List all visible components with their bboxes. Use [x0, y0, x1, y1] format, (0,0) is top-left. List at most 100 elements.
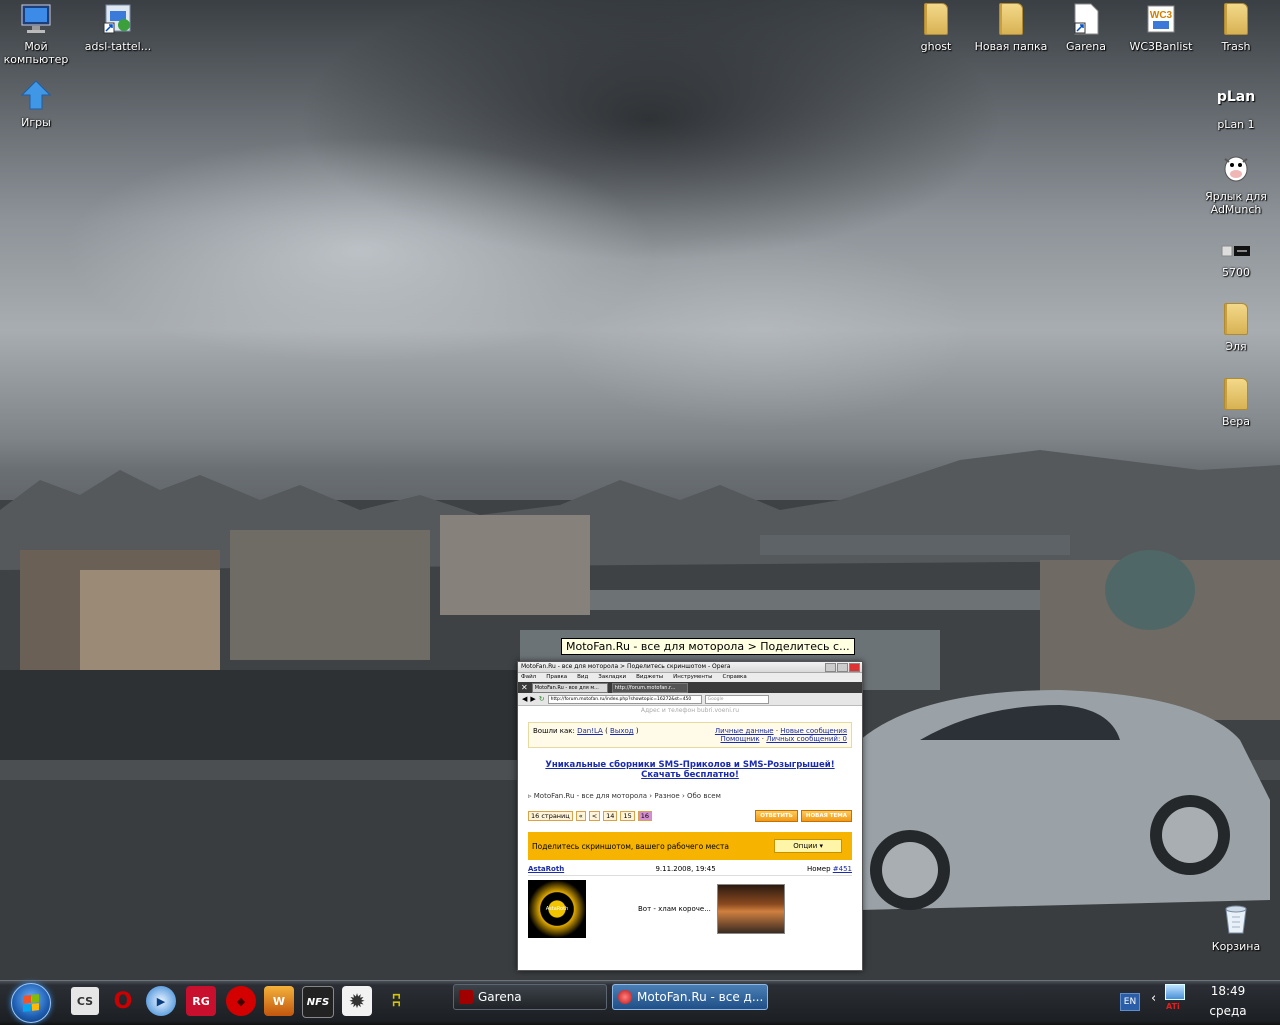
quicklaunch-gear-app[interactable]: ✹ [342, 986, 372, 1016]
clock-day[interactable]: среда [1200, 1004, 1256, 1018]
file-shortcut-icon [1069, 2, 1103, 36]
wc3-icon: WC3 [1144, 2, 1178, 36]
new-folder-desktop-icon[interactable]: Новая папка [969, 2, 1053, 53]
quicklaunch-counter-strike[interactable]: CS [70, 986, 100, 1016]
preview-top-hint: Адрес и телефон bubri.voeni.ru [640, 707, 740, 714]
quicklaunch-warcraft[interactable]: W [264, 986, 294, 1016]
garena-app-icon [459, 990, 473, 1004]
icon-label: adsl-tattel... [84, 40, 152, 53]
opera-icon: O [113, 988, 133, 1014]
ghost-desktop-icon[interactable]: ghost [894, 2, 978, 53]
breadcrumb-item: Обо всем [686, 792, 721, 800]
page-first: « [575, 811, 586, 821]
icon-label: Эля [1225, 340, 1247, 353]
login-user: Dan!LA [577, 727, 603, 735]
tray-expand-icon[interactable]: ‹ [1151, 991, 1156, 1006]
page-prev: < [588, 811, 601, 821]
ati-icon[interactable]: ATi [1166, 1002, 1180, 1011]
icon-label: Вера [1221, 415, 1251, 428]
vera-desktop-icon[interactable]: Вера [1194, 377, 1278, 428]
quicklaunch-media-player[interactable]: ▶ [146, 986, 176, 1016]
logout-link: Выход [610, 727, 634, 735]
network-icon[interactable] [1165, 984, 1185, 1000]
quicklaunch-red-app[interactable]: ◆ [226, 986, 256, 1016]
red-diamond-icon: ◆ [236, 994, 246, 1008]
helper-link: Помощник [720, 735, 760, 743]
menu-bookmarks: Закладки [598, 674, 627, 680]
quicklaunch-yellow-app[interactable]: ʭ [382, 986, 412, 1016]
pagination: 16 страниц « < 14 15 16 ОТВЕТИТЬ НОВАЯ Т… [528, 810, 852, 822]
recycle-bin-desktop-icon[interactable]: Корзина [1194, 902, 1278, 953]
topic-title: Поделитесь скриншотом, вашего рабочего м… [532, 841, 729, 851]
device-icon [1219, 240, 1253, 262]
recycle-bin-icon [1219, 902, 1253, 936]
adsl-desktop-icon[interactable]: adsl-tattel... [76, 2, 160, 53]
icon-label: pLan 1 [1217, 118, 1255, 131]
wc3banlist-desktop-icon[interactable]: WC3 WC3Banlist [1119, 2, 1203, 53]
post-header: AstaRoth 9.11.2008, 19:45 Номер #451 [528, 865, 852, 876]
admunch-desktop-icon[interactable]: Ярлык для AdMunch [1194, 152, 1278, 216]
page-15: 15 [620, 811, 635, 821]
icon-label: Garena [1065, 40, 1107, 53]
preview-address-bar: ◀ ▶ ↻ http://forum.motofan.ru/index.php?… [518, 693, 862, 706]
post-date: 9.11.2008, 19:45 [655, 865, 716, 873]
quicklaunch-nfs[interactable]: NFS [302, 986, 334, 1018]
menu-tools: Инструменты [673, 674, 713, 680]
new-messages-link: Новые сообщения [780, 727, 847, 735]
my-computer-desktop-icon[interactable]: Мой компьютер [0, 2, 78, 66]
games-desktop-icon[interactable]: Игры [0, 78, 78, 129]
svg-text:WC3: WC3 [1150, 10, 1173, 21]
pages-dropdown: 16 страниц [528, 811, 573, 821]
login-prefix: Вошли как: [533, 727, 575, 735]
settings-gear-icon: ✹ [348, 989, 366, 1013]
topic-title-bar: Поделитесь скриншотом, вашего рабочего м… [528, 832, 852, 860]
menu-help: Справка [722, 674, 747, 680]
minimize-icon [825, 663, 836, 672]
attached-image [716, 884, 785, 934]
options-button: Опции ▾ [774, 839, 842, 853]
shortcut-icon [101, 2, 135, 36]
opera-menu-icon: ✕ [521, 683, 528, 692]
task-garena[interactable]: Garena [453, 984, 607, 1010]
task-motofan[interactable]: MotoFan.Ru - все д... [612, 984, 768, 1010]
preview-tab: MotoFan.Ru - все для м... [531, 682, 608, 693]
quicklaunch-rg[interactable]: RG [186, 986, 216, 1016]
clock-time[interactable]: 18:49 [1200, 984, 1256, 998]
language-indicator[interactable]: EN [1120, 993, 1140, 1011]
taskbar-window-preview[interactable]: MotoFan.Ru - все для моторола > Поделите… [517, 661, 863, 971]
preview-tab-bar: ✕ MotoFan.Ru - все для м... http://forum… [518, 682, 862, 693]
cow-icon [1219, 152, 1253, 186]
maximize-icon [837, 663, 848, 672]
opera-app-icon [618, 990, 632, 1004]
elya-desktop-icon[interactable]: Эля [1194, 302, 1278, 353]
rg-icon: RG [192, 994, 210, 1008]
back-icon: ◀ [522, 695, 528, 703]
icon-label: Trash [1221, 40, 1251, 53]
5700-desktop-icon[interactable]: 5700 [1194, 240, 1278, 279]
menu-widgets: Виджеты [636, 674, 664, 680]
plan1-desktop-icon[interactable]: pLan pLan 1 [1194, 80, 1278, 131]
icon-label: WC3Banlist [1129, 40, 1193, 53]
preview-banner: Уникальные сборники SMS-Приколов и SMS-Р… [545, 760, 835, 780]
folder-icon [1219, 2, 1253, 36]
trash-folder-desktop-icon[interactable]: Trash [1194, 2, 1278, 53]
menu-edit: Правка [546, 674, 568, 680]
menu-view: Вид [577, 674, 589, 680]
folder-icon [1219, 302, 1253, 336]
preview-login-box: Вошли как: Dan!LA ( Выход ) Личные данны… [528, 722, 852, 748]
preview-title-bar: MotoFan.Ru - все для моторола > Поделите… [518, 662, 862, 673]
icon-label: ghost [920, 40, 952, 53]
reload-icon: ↻ [538, 695, 545, 703]
close-icon [849, 663, 860, 672]
task-label: Garena [478, 990, 522, 1004]
preview-window-buttons [825, 663, 860, 672]
menu-file: Файл [521, 674, 537, 680]
taskbar-preview-tooltip: MotoFan.Ru - все для моторола > Поделите… [561, 638, 855, 655]
post-number: #451 [832, 865, 852, 873]
desktop[interactable]: Мой компьютер adsl-tattel... Игры ghost … [0, 0, 1280, 980]
start-button[interactable] [11, 983, 51, 1023]
garena-desktop-icon[interactable]: Garena [1044, 2, 1128, 53]
breadcrumb-item: MotoFan.Ru - все для моторола [533, 792, 648, 800]
quicklaunch-opera[interactable]: O [108, 986, 138, 1016]
taskbar: CS O ▶ RG ◆ W NFS ✹ ʭ Garena MotoFan.Ru … [0, 980, 1280, 1025]
